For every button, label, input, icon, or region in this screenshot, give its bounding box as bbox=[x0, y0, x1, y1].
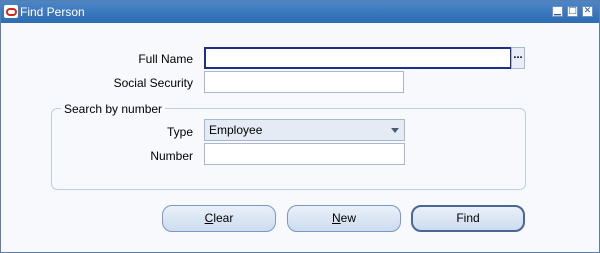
full-name-field[interactable] bbox=[204, 47, 512, 69]
number-label: Number bbox=[150, 149, 193, 163]
find-person-window: Find Person ▁ □ ✕ Full Name ... Social S… bbox=[0, 0, 600, 253]
social-security-label: Social Security bbox=[113, 76, 193, 90]
type-selected-value: Employee bbox=[209, 123, 263, 137]
list-of-values-button[interactable]: ... bbox=[511, 47, 525, 69]
social-security-field[interactable] bbox=[204, 71, 404, 93]
type-label: Type bbox=[166, 125, 193, 139]
clear-button[interactable]: Clear bbox=[162, 205, 276, 232]
group-title: Search by number bbox=[61, 102, 166, 116]
window-title: Find Person bbox=[20, 5, 85, 19]
clear-label-rest: lear bbox=[213, 211, 234, 225]
find-button[interactable]: Find bbox=[411, 205, 525, 232]
maximize-icon[interactable]: □ bbox=[567, 6, 578, 17]
minimize-icon[interactable]: ▁ bbox=[552, 6, 563, 17]
oracle-logo-icon bbox=[4, 5, 18, 18]
new-button[interactable]: New bbox=[287, 205, 401, 232]
title-bar[interactable]: Find Person ▁ □ ✕ bbox=[1, 1, 599, 23]
close-icon[interactable]: ✕ bbox=[582, 6, 593, 17]
new-mnemonic: N bbox=[331, 211, 341, 225]
number-field[interactable] bbox=[204, 143, 405, 165]
full-name-label: Full Name bbox=[138, 52, 193, 66]
type-select[interactable]: Employee bbox=[204, 119, 405, 141]
dropdown-arrow-icon[interactable] bbox=[391, 128, 399, 133]
new-label-rest: ew bbox=[340, 211, 356, 225]
